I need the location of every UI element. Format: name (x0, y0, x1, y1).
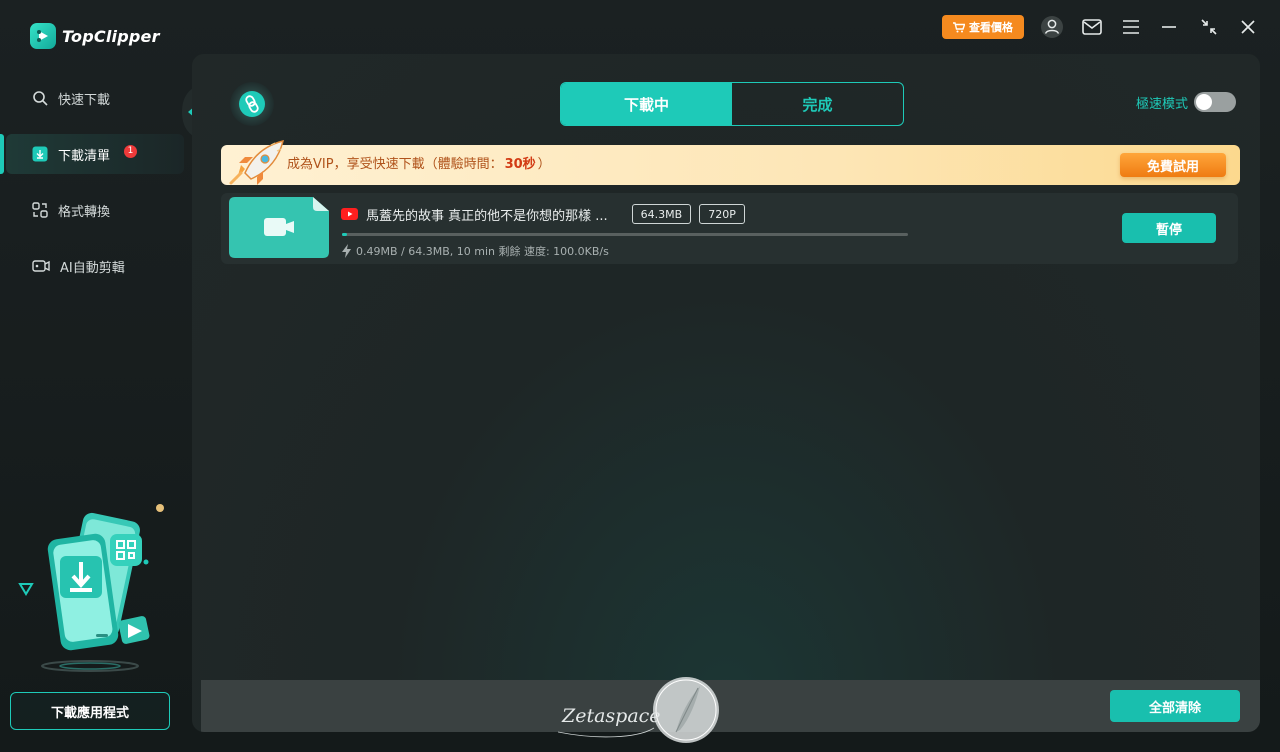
paste-link-button[interactable] (230, 82, 274, 126)
sidebar-item-label: AI自動剪輯 (60, 260, 125, 276)
quality-badge: 720P (699, 204, 745, 224)
account-icon[interactable] (1039, 14, 1065, 40)
speed-mode-control: 極速模式 (1136, 92, 1236, 112)
app-window: TopClipper 查看價格 快速下載 下載清單 1 格式轉換 AI自動剪輯 … (0, 0, 1280, 752)
minimize-icon[interactable] (1156, 14, 1182, 40)
search-icon (33, 91, 48, 106)
shrink-icon[interactable] (1196, 14, 1222, 40)
download-progress-bar (342, 233, 908, 236)
main-panel: 下載中 完成 極速模式 成為VIP，享受快速下載（體驗時間： 30秒） 免費試用… (192, 54, 1260, 732)
download-app-button[interactable]: 下載應用程式 (10, 692, 170, 730)
watermark-text: Zetaspace (561, 705, 661, 727)
speed-mode-toggle[interactable] (1194, 92, 1236, 112)
view-pricing-label: 查看價格 (969, 21, 1013, 34)
sidebar-item-download-list[interactable]: 下載清單 1 (6, 134, 184, 174)
close-icon[interactable] (1235, 14, 1261, 40)
task-status: 0.49MB / 64.3MB, 10 min 剩餘 速度: 100.0KB/s (342, 243, 609, 259)
sidebar-item-label: 下載清單 (58, 148, 111, 164)
speed-mode-label: 極速模式 (1135, 96, 1188, 112)
toggle-knob (1196, 94, 1212, 110)
clear-all-button[interactable]: 全部清除 (1110, 690, 1240, 722)
task-title: 馬蓋先的故事 真正的他不是你想的那樣 ... (366, 208, 608, 224)
zetaspace-watermark: Zetaspace (558, 677, 719, 743)
brand-name: TopClipper (62, 26, 160, 46)
sidebar-item-label: 格式轉換 (58, 204, 111, 220)
download-list-icon (32, 146, 48, 162)
rocket-icon (229, 139, 285, 185)
vip-trial-seconds: 30秒 (504, 157, 536, 172)
sidebar-item-label: 快速下載 (58, 92, 111, 108)
video-file-icon (229, 197, 329, 258)
ai-edit-icon (32, 260, 50, 272)
notification-badge: 1 (124, 145, 137, 158)
sidebar-item-ai-edit[interactable]: AI自動剪輯 (6, 246, 184, 286)
download-progress-fill (342, 233, 347, 236)
cart-icon (953, 21, 965, 32)
task-status-text: 0.49MB / 64.3MB, 10 min 剩餘 速度: 100.0KB/s (356, 245, 609, 258)
menu-icon[interactable] (1118, 14, 1144, 40)
youtube-icon (341, 208, 358, 220)
vip-message-end: ） (537, 157, 551, 172)
sidebar-item-quick-download[interactable]: 快速下載 (6, 78, 184, 118)
view-pricing-button[interactable]: 查看價格 (942, 15, 1024, 39)
download-app-illustration (18, 504, 164, 672)
task-title-row: 馬蓋先的故事 真正的他不是你想的那樣 ... 64.3MB 720P (341, 204, 745, 224)
pause-button[interactable]: 暫停 (1122, 213, 1216, 243)
convert-icon (32, 202, 48, 218)
footer-bar: 全部清除 (201, 680, 1260, 732)
free-trial-button[interactable]: 免費試用 (1120, 153, 1226, 177)
vip-text: 成為VIP，享受快速下載（體驗時間： 30秒） (287, 145, 551, 185)
topclipper-logo-icon (30, 23, 56, 49)
file-size-badge: 64.3MB (631, 204, 692, 224)
link-icon (239, 91, 265, 117)
download-tabs: 下載中 完成 (560, 82, 904, 126)
mail-icon[interactable] (1079, 14, 1105, 40)
vip-banner: 成為VIP，享受快速下載（體驗時間： 30秒） 免費試用 (221, 139, 1240, 185)
sidebar-active-indicator (0, 134, 4, 174)
tab-downloading[interactable]: 下載中 (561, 83, 732, 125)
sidebar-item-format-convert[interactable]: 格式轉換 (6, 190, 184, 230)
app-logo: TopClipper (30, 22, 160, 50)
download-task-row: 馬蓋先的故事 真正的他不是你想的那樣 ... 64.3MB 720P 0.49M… (221, 193, 1238, 264)
lightning-icon (342, 244, 351, 258)
tab-completed[interactable]: 完成 (732, 83, 903, 125)
vip-message: 成為VIP，享受快速下載（體驗時間： (287, 157, 503, 172)
